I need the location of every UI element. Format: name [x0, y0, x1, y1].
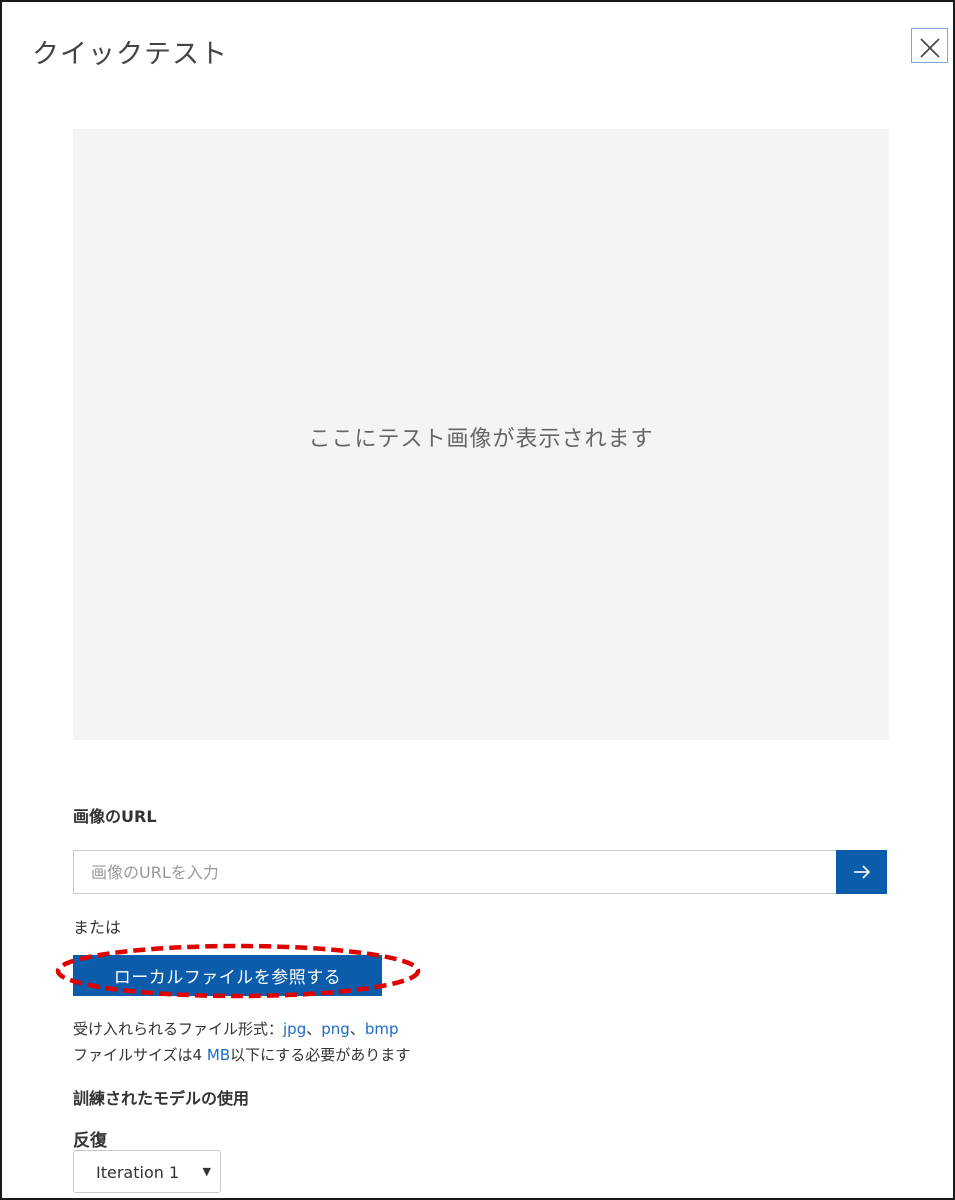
browse-local-file-button[interactable]: ローカルファイルを参照する — [73, 955, 382, 996]
format-bmp-link[interactable]: bmp — [365, 1020, 399, 1038]
format-png-link[interactable]: png — [321, 1020, 350, 1038]
image-preview-area: ここにテスト画像が表示されます — [73, 129, 889, 740]
preview-placeholder-text: ここにテスト画像が表示されます — [308, 427, 654, 452]
size-suffix: 以下にする必要があります — [230, 1046, 411, 1064]
size-prefix: ファイルサイズは4 — [73, 1046, 207, 1064]
size-unit-link[interactable]: MB — [207, 1046, 230, 1064]
close-button[interactable] — [911, 28, 948, 63]
dialog-title: クイックテスト — [32, 39, 228, 70]
format-separator: 、 — [306, 1020, 322, 1038]
close-icon — [919, 38, 940, 58]
arrow-right-icon — [853, 865, 870, 879]
iteration-select[interactable]: Iteration 1 ▼ — [73, 1150, 221, 1193]
trained-model-label: 訓練されたモデルの使用 — [73, 1089, 250, 1108]
or-separator-text: または — [73, 918, 122, 937]
caret-down-icon: ▼ — [202, 1165, 211, 1178]
file-size-limit-text: ファイルサイズは4 MB以下にする必要があります — [73, 1044, 410, 1065]
format-separator: 、 — [349, 1020, 365, 1038]
image-url-label: 画像のURL — [73, 807, 157, 826]
formats-prefix: 受け入れられるファイル形式： — [73, 1020, 284, 1038]
accepted-formats-text: 受け入れられるファイル形式：jpg、png、bmp — [73, 1018, 398, 1039]
url-submit-button[interactable] — [836, 850, 887, 894]
iteration-selected-value: Iteration 1 — [96, 1163, 180, 1182]
format-jpg-link[interactable]: jpg — [283, 1020, 306, 1038]
iteration-label: 反復 — [73, 1131, 107, 1151]
image-url-input[interactable] — [73, 850, 838, 894]
quick-test-dialog: クイックテスト ここにテスト画像が表示されます 画像のURL または ローカルフ… — [0, 0, 955, 1200]
